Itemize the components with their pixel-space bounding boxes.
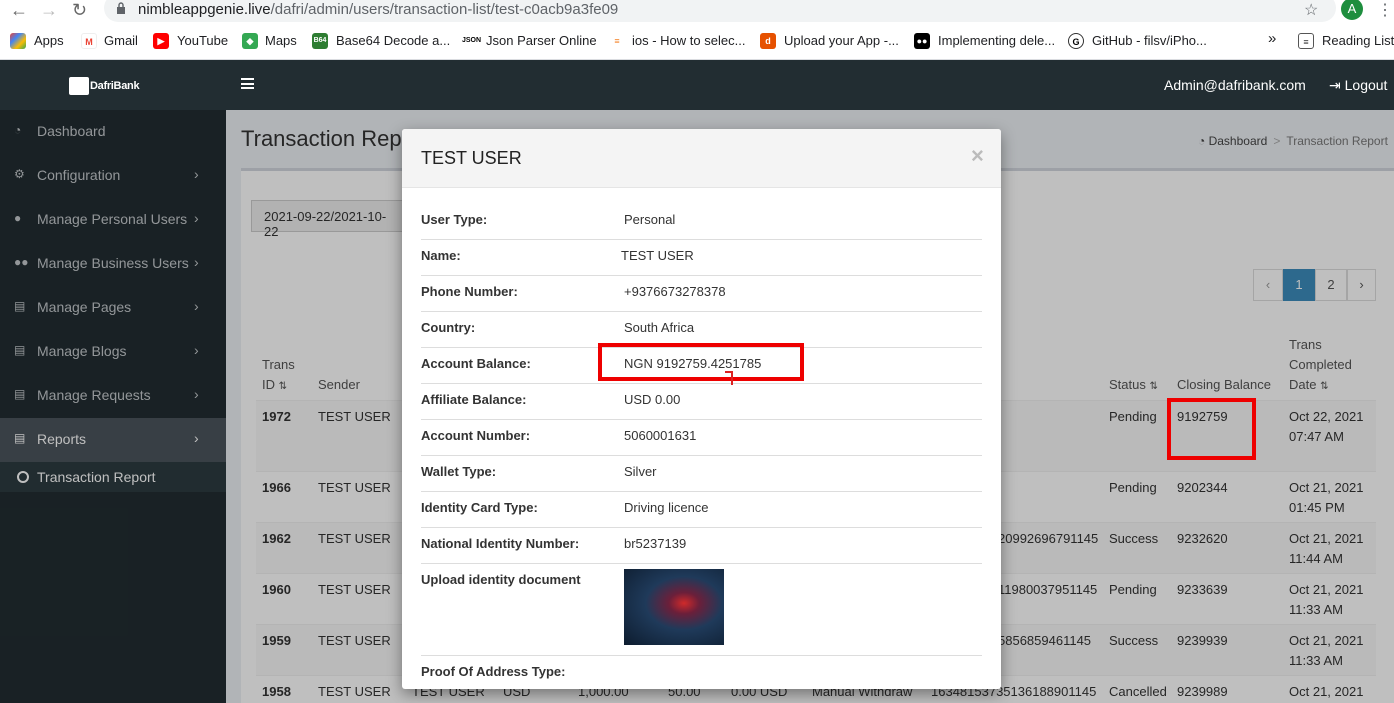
admin-email[interactable]: Admin@dafribank.com <box>1164 77 1306 93</box>
bookmark-star-icon[interactable]: ☆ <box>1304 0 1318 20</box>
detail-row-proof-of-address: Proof Of Address Type: <box>421 656 982 689</box>
youtube-icon: ▶ <box>153 33 169 49</box>
bookmark-gmail[interactable]: Gmail <box>104 33 138 48</box>
detail-label: Identity Card Type: <box>421 500 538 515</box>
detail-row-affiliate-balance: Affiliate Balance: USD 0.00 <box>421 384 982 420</box>
detail-label: National Identity Number: <box>421 536 580 551</box>
bookmark-base64[interactable]: Base64 Decode a... <box>336 33 450 48</box>
close-icon[interactable]: × <box>971 143 984 169</box>
detail-label: Account Number: <box>421 428 531 443</box>
bookmarks-bar: Apps M Gmail ▶ YouTube ◆ Maps B64 Base64… <box>0 24 1394 60</box>
dafribank-logo-icon[interactable] <box>69 77 89 95</box>
detail-row-wallet-type: Wallet Type: Silver <box>421 456 982 492</box>
cursor-marker-icon <box>725 371 733 385</box>
user-detail-modal: TEST USER × User Type: Personal Name: TE… <box>402 129 1001 689</box>
lock-icon <box>117 2 125 14</box>
detail-label: Account Balance: <box>421 356 531 371</box>
bookmark-json-parser[interactable]: Json Parser Online <box>486 33 597 48</box>
detail-label: Name: <box>421 248 461 263</box>
upload-app-icon: d <box>760 33 776 49</box>
modal-title: TEST USER <box>421 148 522 168</box>
bookmark-ios-question[interactable]: ios - How to selec... <box>632 33 745 48</box>
detail-label: Wallet Type: <box>421 464 497 479</box>
detail-value: +9376673278378 <box>624 284 726 299</box>
identity-document-thumbnail[interactable] <box>624 569 724 645</box>
logout-label: Logout <box>1344 77 1388 93</box>
highlight-account-balance <box>598 343 804 381</box>
detail-value: USD 0.00 <box>624 392 681 407</box>
detail-value: br5237139 <box>624 536 687 551</box>
json-icon: JSON <box>462 33 481 49</box>
detail-label: Proof Of Address Type: <box>421 664 566 679</box>
bookmark-youtube[interactable]: YouTube <box>177 33 228 48</box>
apps-grid-icon <box>10 33 26 49</box>
detail-value: South Africa <box>624 320 695 335</box>
bookmark-github[interactable]: GitHub - filsv/iPho... <box>1092 33 1207 48</box>
logo-text: DafriBank <box>90 80 140 92</box>
url-text: nimbleappgenie.live/dafri/admin/users/tr… <box>138 1 619 18</box>
detail-row-identity-card-type: Identity Card Type: Driving licence <box>421 492 982 528</box>
more-bookmarks-icon[interactable]: » <box>1268 30 1276 47</box>
gmail-icon: M <box>81 33 97 49</box>
detail-row-phone: Phone Number: +9376673278378 <box>421 276 982 312</box>
detail-label: Phone Number: <box>421 284 518 299</box>
maps-icon: ◆ <box>242 33 258 49</box>
back-arrow-icon[interactable]: ← <box>10 0 28 20</box>
detail-label: Affiliate Balance: <box>421 392 527 407</box>
detail-value: Driving licence <box>624 500 709 515</box>
reload-icon[interactable]: ↻ <box>72 0 87 20</box>
browser-address-bar: ← → ↻ nimbleappgenie.live/dafri/admin/us… <box>0 0 1394 24</box>
reading-list[interactable]: Reading List <box>1322 33 1394 48</box>
modal-header: TEST USER × <box>402 129 1001 188</box>
forward-arrow-icon[interactable]: → <box>40 0 58 20</box>
hamburger-menu-icon[interactable] <box>241 78 254 89</box>
detail-label: Country: <box>421 320 476 335</box>
detail-label: Upload identity document <box>421 572 581 587</box>
stackoverflow-icon: ≡ <box>609 33 625 49</box>
profile-avatar[interactable]: A <box>1341 0 1363 20</box>
detail-value: Silver <box>624 464 657 479</box>
base64-icon: B64 <box>312 33 328 49</box>
bookmark-maps[interactable]: Maps <box>265 33 297 48</box>
reading-list-icon: ≡ <box>1298 33 1314 49</box>
detail-row-name: Name: TEST USER <box>421 240 982 276</box>
detail-value: Personal <box>624 212 676 227</box>
logout-icon: ⇥ <box>1329 77 1345 93</box>
bookmark-implementing[interactable]: Implementing dele... <box>938 33 1055 48</box>
bookmark-upload-app[interactable]: Upload your App -... <box>784 33 899 48</box>
browser-menu-icon[interactable]: ⋮ <box>1377 0 1393 20</box>
logout-button[interactable]: ⇥ Logout <box>1329 77 1387 94</box>
detail-label: User Type: <box>421 212 488 227</box>
medium-icon: ●● <box>914 33 930 49</box>
bookmark-apps[interactable]: Apps <box>34 33 64 48</box>
highlight-closing-balance <box>1167 398 1256 460</box>
detail-value: 5060001631 <box>624 428 697 443</box>
detail-row-national-id: National Identity Number: br5237139 <box>421 528 982 564</box>
detail-row-user-type: User Type: Personal <box>421 203 982 240</box>
detail-value: TEST USER <box>621 248 694 263</box>
detail-row-account-number: Account Number: 5060001631 <box>421 420 982 456</box>
github-icon: G <box>1068 33 1084 49</box>
